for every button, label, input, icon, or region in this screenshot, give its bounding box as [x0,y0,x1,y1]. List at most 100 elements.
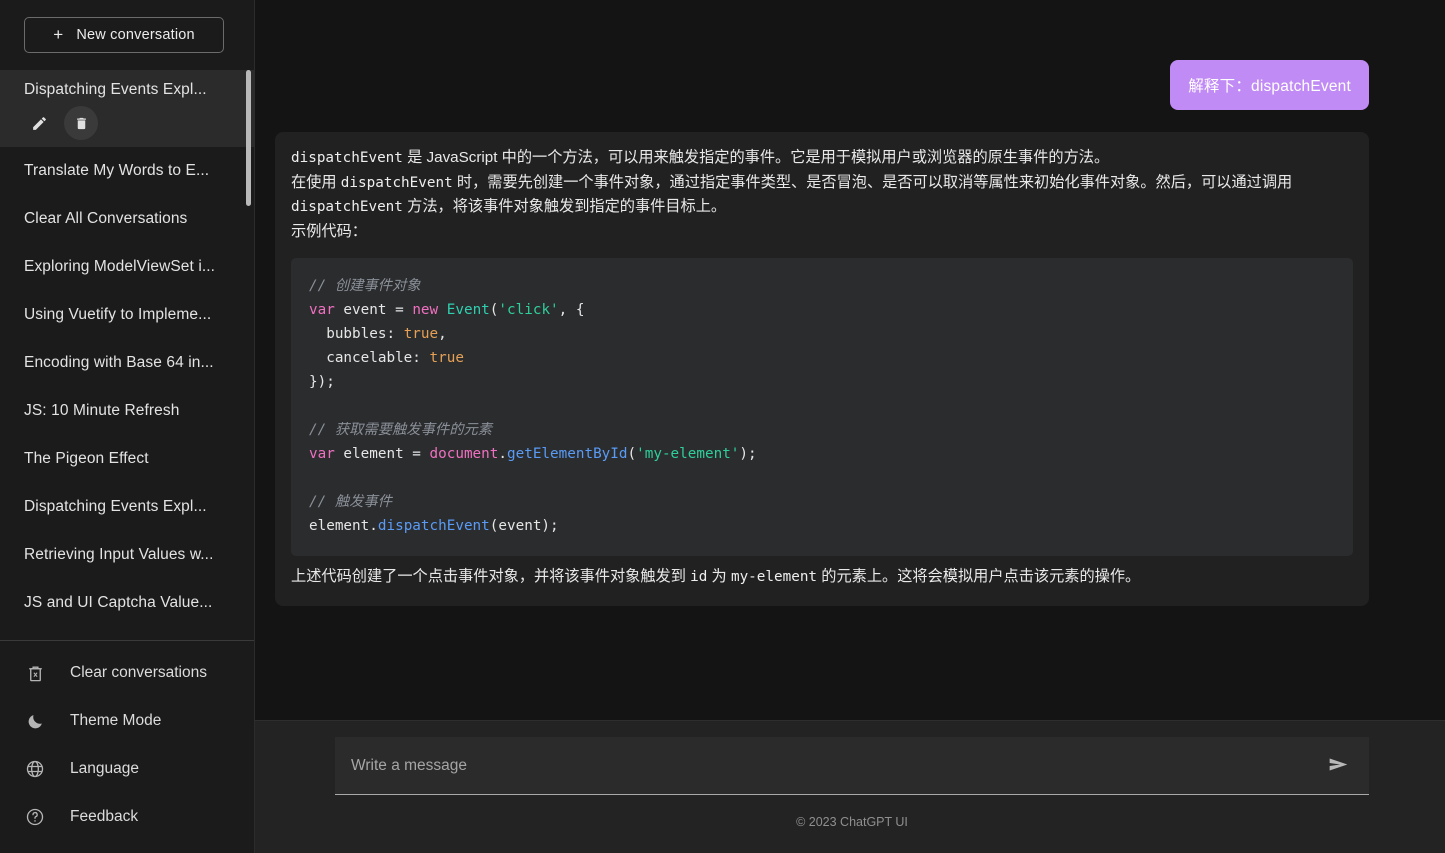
code-comment: // 获取需要触发事件的元素 [309,422,493,438]
composer-input-wrapper[interactable] [335,737,1369,795]
paragraph-text: 时，需要先创建一个事件对象，通过指定事件类型、是否冒泡、是否可以取消等属性来初始… [452,173,1293,191]
code-object: document [429,446,499,462]
conversation-item[interactable]: Clear All Conversations [0,195,254,243]
conversation-item[interactable]: JS and UI Captcha Value... [0,579,254,627]
plus-icon: + [53,24,64,44]
send-button[interactable] [1321,749,1355,783]
code-punct: ( [627,446,637,462]
conversation-item-active[interactable]: Dispatching Events Expl... [0,70,254,147]
chat-messages-area: 解释下：dispatchEvent dispatchEvent 是 JavaSc… [255,0,1445,720]
inline-code: id [690,569,708,585]
code-operator: = [412,446,430,462]
code-class: Event [438,302,490,318]
conversation-item[interactable]: Using Vuetify to Impleme... [0,291,254,339]
code-punct: , [438,326,447,342]
new-conversation-button[interactable]: + New conversation [24,17,224,53]
globe-icon [24,758,46,780]
conversation-title: The Pigeon Effect [24,450,149,467]
paragraph-text: 是 JavaScript 中的一个方法，可以用来触发指定的事件。它是用于模拟用户… [402,149,1110,166]
code-punct: . [369,518,378,534]
assistant-message-bubble: dispatchEvent 是 JavaScript 中的一个方法，可以用来触发… [275,132,1369,606]
sidebar-footer: Clear conversations Theme Mode Language … [0,641,254,853]
paragraph-text: 方法，将该事件对象触发到指定的事件目标上。 [402,198,727,215]
code-keyword: var [309,302,335,318]
message-row-user: 解释下：dispatchEvent [275,60,1369,110]
conversation-title: JS and UI Captcha Value... [24,594,213,611]
code-punct: (event); [489,518,559,534]
code-string: 'click' [498,302,559,318]
conversation-title: Using Vuetify to Impleme... [24,306,212,323]
paragraph-text: 为 [707,568,731,585]
code-punct: , { [558,302,585,318]
conversation-item[interactable]: The Pigeon Effect [0,435,254,483]
pencil-icon[interactable] [22,106,56,140]
code-operator: = [395,302,413,318]
sidebar-item-language[interactable]: Language [0,745,254,793]
code-string: 'my-element' [636,446,740,462]
code-keyword: var [309,446,335,462]
paragraph-text: 的元素上。这将会模拟用户点击该元素的操作。 [817,568,1141,585]
sidebar-item-label: Language [70,760,139,777]
inline-code: dispatchEvent [291,150,403,166]
sidebar-item-clear-conversations[interactable]: Clear conversations [0,649,254,697]
sidebar-scrollbar-thumb[interactable] [246,70,251,206]
code-comment: // 触发事件 [309,494,393,510]
inline-code: dispatchEvent [340,174,453,191]
conversation-title: Translate My Words to E... [24,162,210,179]
moon-icon [24,710,46,732]
composer-bar: © 2023 ChatGPT UI [255,720,1445,853]
conversation-title: Clear All Conversations [24,210,188,227]
code-property: cancelable: [309,350,430,366]
sidebar-item-label: Feedback [70,808,139,825]
code-property: bubbles: [309,326,404,342]
code-boolean: true [429,350,464,366]
conversation-title: Retrieving Input Values w... [24,546,214,563]
code-identifier: element [309,518,370,534]
conversation-list[interactable]: Dispatching Events Expl... Translate My … [0,70,254,640]
paragraph-text: 上述代码创建了一个点击事件对象，并将该事件对象触发到 [291,568,691,585]
sidebar-item-label: Theme Mode [70,712,162,729]
conversation-title: JS: 10 Minute Refresh [24,402,180,419]
code-comment: // 创建事件对象 [309,278,421,294]
code-punct: }); [309,374,335,390]
conversation-title: Dispatching Events Expl... [24,498,207,515]
message-input[interactable] [351,756,1321,775]
footer-copyright: © 2023 ChatGPT UI [796,815,908,829]
code-block: // 创建事件对象 var event = new Event ( 'click',… [291,258,1353,556]
code-function: getElementById [507,446,628,462]
code-identifier: element [334,446,413,462]
assistant-paragraph-3: 示例代码： [291,222,367,240]
assistant-paragraph-4: 上述代码创建了一个点击事件对象，并将该事件对象触发到 id 为 my-eleme… [291,565,1353,590]
conversation-item[interactable]: Dispatching Events Expl... [0,483,254,531]
conversation-actions [22,106,98,140]
user-message-bubble: 解释下：dispatchEvent [1170,60,1369,110]
inline-code: dispatchEvent [291,199,403,215]
conversation-item[interactable]: Translate My Words to E... [0,147,254,195]
sidebar-header: + New conversation [0,0,254,53]
code-boolean: true [403,326,439,342]
sidebar: + New conversation Dispatching Events Ex… [0,0,255,853]
message-row-assistant: dispatchEvent 是 JavaScript 中的一个方法，可以用来触发… [275,132,1369,606]
conversation-item[interactable]: Exploring ModelViewSet i... [0,243,254,291]
question-circle-icon [24,806,46,828]
inline-code: my-element [730,569,818,585]
app-root: + New conversation Dispatching Events Ex… [0,0,1445,853]
conversation-item[interactable]: Encoding with Base 64 in... [0,339,254,387]
paragraph-text: 在使用 [291,173,341,191]
trash-icon[interactable] [64,106,98,140]
conversation-title: Exploring ModelViewSet i... [24,258,216,275]
code-keyword: new [412,302,439,318]
conversation-item[interactable]: JS: 10 Minute Refresh [0,387,254,435]
code-punct: ); [739,446,757,462]
conversation-item[interactable]: Retrieving Input Values w... [0,531,254,579]
new-conversation-label: New conversation [76,27,195,43]
sidebar-item-theme-mode[interactable]: Theme Mode [0,697,254,745]
trash-x-icon [24,662,46,684]
sidebar-item-label: Clear conversations [70,664,207,681]
assistant-paragraph-1: dispatchEvent 是 JavaScript 中的一个方法，可以用来触发… [291,146,1353,171]
conversation-title: Encoding with Base 64 in... [24,354,214,371]
code-identifier: event [334,302,396,318]
assistant-paragraph-2: 在使用 dispatchEvent 时，需要先创建一个事件对象，通过指定事件类型… [291,171,1353,220]
sidebar-item-feedback[interactable]: Feedback [0,793,254,841]
code-function: dispatchEvent [377,518,490,534]
